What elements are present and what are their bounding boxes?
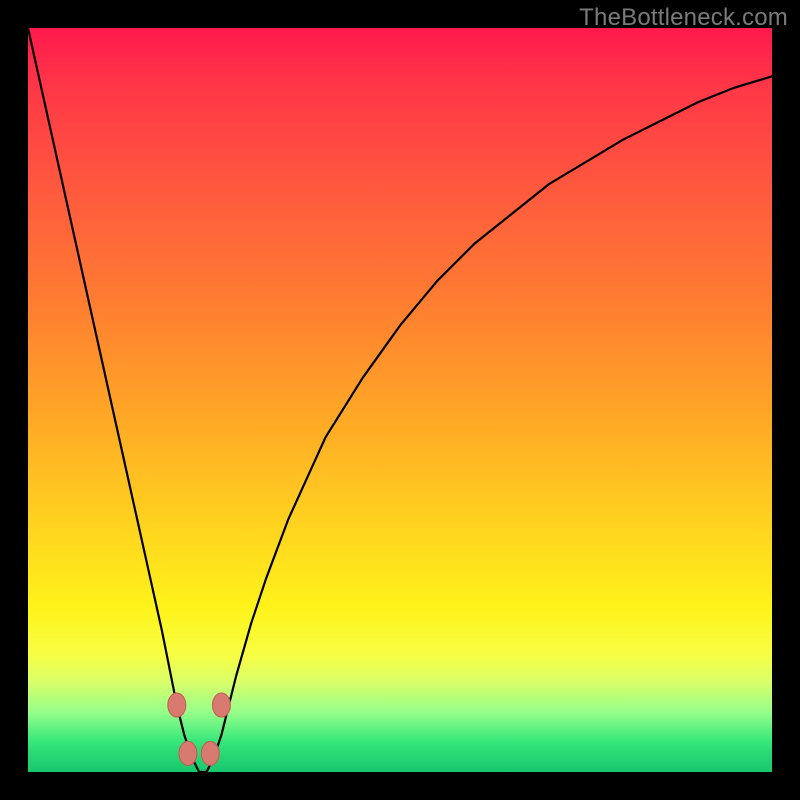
marker-point (179, 741, 197, 765)
highlight-markers (168, 693, 231, 765)
marker-point (168, 693, 186, 717)
marker-point (201, 741, 219, 765)
bottleneck-curve (28, 28, 772, 772)
chart-frame: TheBottleneck.com (0, 0, 800, 800)
plot-area (28, 28, 772, 772)
curve-layer (28, 28, 772, 772)
marker-point (212, 693, 230, 717)
watermark-text: TheBottleneck.com (579, 4, 788, 32)
